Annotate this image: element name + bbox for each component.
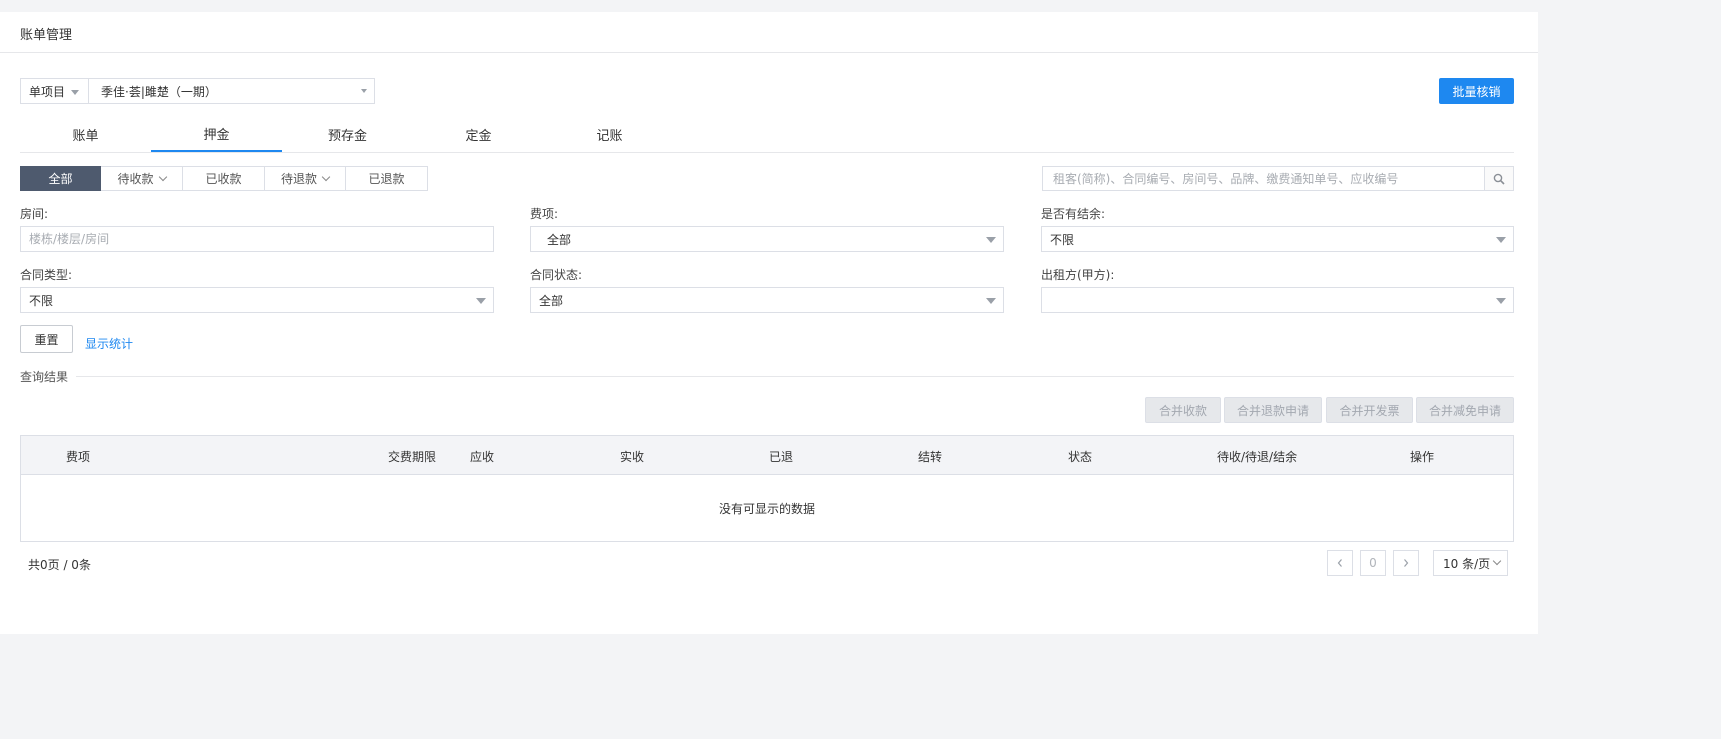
status-received[interactable]: 已收款 (183, 166, 265, 191)
status-pending-receipt-label: 待收款 (117, 172, 154, 186)
merge-receipt-button[interactable]: 合并收款 (1145, 397, 1221, 423)
column-header-outstanding: 待收/待退/结余 (1217, 450, 1298, 464)
chevron-down-icon (1496, 298, 1506, 304)
chevron-down-icon (361, 89, 367, 93)
status-pending-receipt[interactable]: 待收款 (101, 166, 183, 191)
project-name: 季佳·荟|雎楚（一期） (101, 84, 217, 99)
column-header-due-date: 交费期限 (388, 450, 437, 464)
chevron-down-icon (986, 298, 996, 304)
show-stats-link[interactable]: 显示统计 (85, 335, 133, 352)
chevron-down-icon (71, 90, 79, 95)
chevron-down-icon (986, 237, 996, 243)
status-all[interactable]: 全部 (20, 166, 101, 191)
status-pending-refund[interactable]: 待退款 (265, 166, 346, 191)
tab-bookkeeping[interactable]: 记账 (544, 116, 675, 152)
batch-writeoff-button[interactable]: 批量核销 (1439, 78, 1514, 104)
results-title: 查询结果 (20, 368, 75, 385)
project-select[interactable]: 季佳·荟|雎楚（一期） (88, 78, 375, 104)
fee-select[interactable]: 全部 (530, 226, 1004, 252)
results-table: 费项 交费期限 应收 实收 已退 结转 状态 待收/待退/结余 操作 没有可显示… (20, 435, 1514, 542)
status-refunded-label: 已退款 (368, 172, 405, 186)
balance-value: 不限 (1050, 232, 1075, 247)
merge-invoice-button[interactable]: 合并开发票 (1326, 397, 1413, 423)
fee-value: 全部 (547, 232, 572, 247)
tab-bill[interactable]: 账单 (20, 116, 151, 152)
project-type-select[interactable]: 单项目 (20, 78, 89, 104)
merge-reduction-request-button[interactable]: 合并减免申请 (1416, 397, 1514, 423)
search-icon (1493, 173, 1505, 185)
tab-earnest[interactable]: 定金 (413, 116, 544, 152)
project-type-label: 单项目 (29, 84, 66, 99)
chevron-down-icon (321, 172, 331, 181)
reset-button[interactable]: 重置 (20, 325, 73, 353)
main-panel: 账单管理 单项目 季佳·荟|雎楚（一期） 批量核销 账单 押金 预存金 定金 记… (0, 12, 1538, 634)
room-input[interactable] (29, 232, 493, 246)
empty-state: 没有可显示的数据 (718, 502, 815, 516)
chevron-down-icon (1492, 556, 1502, 566)
chevron-down-icon (158, 172, 167, 181)
room-label: 房间: (20, 207, 49, 221)
search-button[interactable] (1484, 166, 1514, 191)
pagination-summary: 共0页 / 0条 (28, 558, 91, 572)
chevron-down-icon (1496, 237, 1506, 243)
fee-label: 费项: (530, 207, 559, 221)
page-size-value: 10 条/页 (1443, 556, 1491, 571)
table-header: 费项 交费期限 应收 实收 已退 结转 状态 待收/待退/结余 操作 (21, 436, 1513, 475)
tab-deposit[interactable]: 押金 (151, 116, 282, 152)
contract-status-select[interactable]: 全部 (530, 287, 1004, 313)
page-size-select[interactable]: 10 条/页 (1433, 550, 1508, 576)
divider (76, 376, 1514, 377)
contract-status-label: 合同状态: (530, 268, 583, 282)
chevron-left-icon (1337, 559, 1342, 567)
page-number-input[interactable]: 0 (1360, 550, 1386, 576)
status-received-label: 已收款 (205, 172, 242, 186)
lessor-select[interactable] (1041, 287, 1514, 313)
next-page-button[interactable] (1393, 550, 1419, 576)
search-input[interactable] (1042, 166, 1484, 191)
tab-bar: 账单 押金 预存金 定金 记账 (20, 116, 1514, 153)
column-header-actions: 操作 (1410, 450, 1435, 464)
column-header-received: 实收 (620, 450, 645, 464)
column-header-receivable: 应收 (470, 450, 495, 464)
chevron-down-icon (476, 298, 486, 304)
lessor-label: 出租方(甲方): (1041, 268, 1115, 282)
contract-status-value: 全部 (539, 293, 564, 308)
tab-prepaid[interactable]: 预存金 (282, 116, 413, 152)
contract-type-select[interactable]: 不限 (20, 287, 494, 313)
column-header-fee: 费项 (66, 450, 91, 464)
status-pending-refund-label: 待退款 (280, 172, 317, 186)
status-refunded[interactable]: 已退款 (346, 166, 428, 191)
page-header: 账单管理 (0, 12, 1538, 53)
scrollbar-track[interactable] (1548, 0, 1568, 673)
chevron-right-icon (1404, 559, 1409, 567)
balance-select[interactable]: 不限 (1041, 226, 1514, 252)
balance-label: 是否有结余: (1041, 207, 1106, 221)
room-field[interactable] (20, 226, 494, 252)
column-header-carryover: 结转 (918, 450, 943, 464)
status-filter-group: 全部 待收款 已收款 待退款 已退款 (20, 166, 428, 191)
column-header-refunded: 已退 (769, 450, 794, 464)
merge-refund-request-button[interactable]: 合并退款申请 (1224, 397, 1322, 423)
status-all-label: 全部 (48, 172, 73, 186)
contract-type-value: 不限 (29, 293, 54, 308)
page-title: 账单管理 (20, 28, 73, 43)
column-header-status: 状态 (1068, 450, 1093, 464)
prev-page-button[interactable] (1327, 550, 1353, 576)
contract-type-label: 合同类型: (20, 268, 73, 282)
